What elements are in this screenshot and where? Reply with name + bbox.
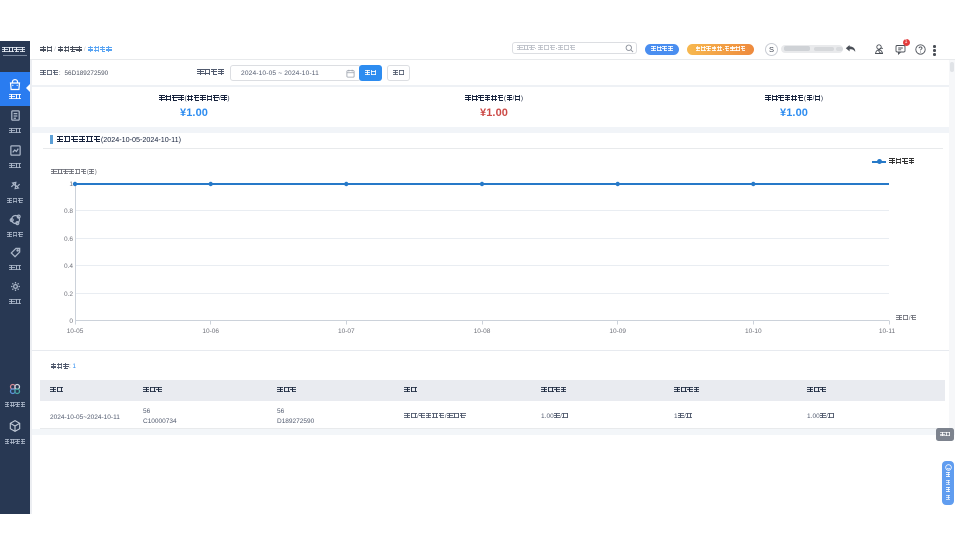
svg-text:10-10: 10-10 — [745, 328, 762, 335]
svg-text:10-07: 10-07 — [338, 328, 355, 335]
svg-text:1: 1 — [69, 181, 73, 188]
svg-text:10-05: 10-05 — [67, 328, 84, 335]
svg-text:10-08: 10-08 — [474, 328, 491, 335]
svg-text:0.4: 0.4 — [64, 263, 73, 270]
svg-text:0: 0 — [69, 318, 73, 325]
svg-text:10-11: 10-11 — [879, 328, 896, 335]
svg-text:0.6: 0.6 — [64, 236, 73, 243]
svg-text:10-09: 10-09 — [609, 328, 626, 335]
svg-text:0.2: 0.2 — [64, 291, 73, 298]
svg-text:10-06: 10-06 — [202, 328, 219, 335]
svg-text:0.8: 0.8 — [64, 208, 73, 215]
